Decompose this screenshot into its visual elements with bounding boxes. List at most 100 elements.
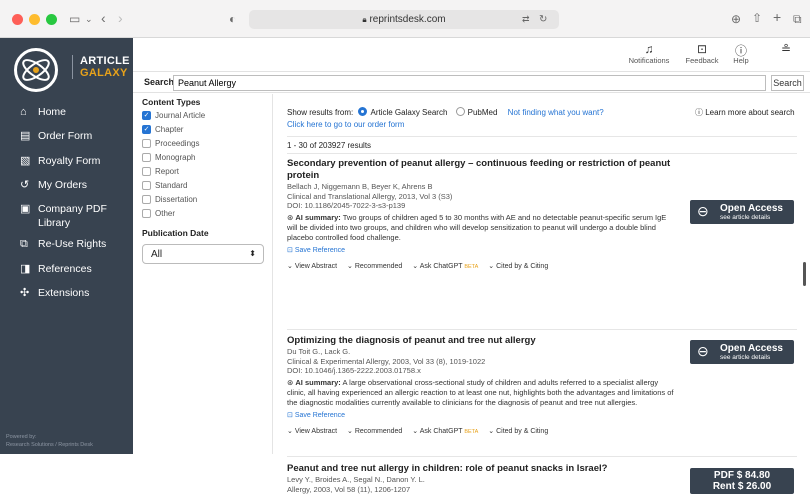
form-icon: ▤ [20,129,30,143]
cited-by-button[interactable]: ⌄ Cited by & Citing [488,263,548,270]
url-text: reprintsdesk.com [369,14,445,25]
sidebar-item-extensions[interactable]: ✣ Extensions [0,286,133,308]
source-pubmed-label[interactable]: PubMed [468,108,498,117]
open-access-button[interactable]: ⊖ Open Access see article details [690,200,794,224]
save-reference-label: Save Reference [295,247,345,254]
privacy-shield-icon[interactable]: ◐ [229,13,236,25]
search-input[interactable] [173,75,766,91]
feedback-icon: ⊡ [684,42,720,56]
checkbox-checked-icon: ✓ [142,111,151,120]
ask-chatgpt-label: Ask ChatGPT [420,428,463,435]
filter-label: Standard [155,181,187,190]
ask-chatgpt-button[interactable]: ⌄ Ask ChatGPT BETA [412,428,478,435]
help-button[interactable]: ⓘ Help [731,42,751,65]
share-icon[interactable]: ⇧ [752,12,762,24]
notifications-label: Notifications [629,56,670,65]
learn-more-search-link[interactable]: ⓘ Learn more about search [695,107,795,118]
save-icon: ⊡ [287,412,295,419]
royalty-icon: ▧ [20,154,30,168]
scrollbar[interactable] [803,262,806,286]
view-abstract-button[interactable]: ⌄ View Abstract [287,263,337,270]
checkbox-icon [142,181,151,190]
result-journal: Allergy, 2003, Vol 58 (11), 1206-1207 [287,485,675,494]
app: ARTICLE GALAXY ⌂ Home ▤ Order Form ▧ Roy… [0,38,810,454]
tab-overview-icon[interactable]: ⧉ [793,13,802,25]
address-bar[interactable]: 🔒︎ reprintsdesk.com ⇄ ↻ [249,10,559,29]
result-count: 1 - 30 of 203927 results [287,141,371,150]
zoom-window-button[interactable] [46,14,57,25]
sidebar-item-re-use-rights[interactable]: ⧉ Re-Use Rights [0,237,133,259]
purchase-button[interactable]: PDF $ 84.80 Rent $ 26.00 [690,468,794,494]
divider [287,136,797,137]
recommended-button[interactable]: ⌄ Recommended [347,428,402,435]
article-galaxy-logo[interactable] [14,48,58,92]
checkbox-icon [142,209,151,218]
ask-chatgpt-button[interactable]: ⌄ Ask ChatGPT BETA [412,263,478,270]
powered-by: Powered by: Research Solutions / Reprint… [6,433,93,449]
beta-badge: BETA [464,264,478,270]
download-icon[interactable]: ⊕ [731,13,741,25]
ai-summary-text: A large observational cross-sectional st… [287,378,674,407]
notifications-button[interactable]: ♫ Notifications [628,42,670,65]
ai-summary: ⊛ AI summary: Two groups of children age… [287,213,675,243]
sidebar-item-royalty-form[interactable]: ▧ Royalty Form [0,154,133,176]
minimize-window-button[interactable] [29,14,40,25]
library-icon: ▣ [20,202,30,216]
recommended-label: Recommended [355,263,402,270]
filter-label: Dissertation [155,195,197,204]
powered-by-label: Powered by: [6,433,93,441]
user-button[interactable]: ≗ [778,42,794,56]
sidebar-item-home[interactable]: ⌂ Home [0,105,133,127]
not-finding-link[interactable]: Not finding what you want? [508,108,604,117]
result-title[interactable]: Peanut and tree nut allergy in children:… [287,463,675,475]
sidebar-item-label: Re-Use Rights [38,237,106,251]
publication-date-select[interactable]: All ⬍ [142,244,264,264]
save-reference-button[interactable]: ⊡ Save Reference [287,411,675,419]
result-title[interactable]: Optimizing the diagnosis of peanut and t… [287,335,675,347]
forward-icon[interactable]: › [118,12,123,24]
source-article-galaxy-label[interactable]: Article Galaxy Search [370,108,447,117]
recommended-button[interactable]: ⌄ Recommended [347,263,402,270]
show-results-from-label: Show results from: [287,108,353,117]
chevron-down-icon[interactable]: ⌄ [85,13,93,25]
source-pubmed-radio[interactable] [456,107,465,116]
result-title[interactable]: Secondary prevention of peanut allergy –… [287,158,675,182]
close-window-button[interactable] [12,14,23,25]
search-button[interactable]: Search [771,75,804,91]
sidebar-item-my-orders[interactable]: ↺ My Orders [0,178,133,200]
result-journal: Clinical & Experimental Allergy, 2003, V… [287,357,675,367]
see-details-label: see article details [720,214,770,221]
divider [287,456,797,457]
cited-by-label: Cited by & Citing [496,428,548,435]
result-doi[interactable]: DOI: 10.1186/2045-7022-3-s3-p139 [287,201,675,211]
back-icon[interactable]: ‹ [101,12,106,24]
filter-label: Chapter [155,125,183,134]
sidebar-item-company-pdf-library[interactable]: ▣ Company PDF Library [0,202,133,232]
ai-summary-text: Two groups of children aged 5 to 30 mont… [287,213,666,242]
filter-label: Other [155,209,175,218]
filter-label: Proceedings [155,139,199,148]
new-tab-icon[interactable]: + [773,11,781,23]
sidebar-item-label: References [38,262,92,276]
sidebar-item-order-form[interactable]: ▤ Order Form [0,129,133,151]
save-icon: ⊡ [287,247,295,254]
sidebar-item-label: Order Form [38,129,92,143]
sidebar-toggle-icon[interactable]: ▭ [69,13,80,25]
reload-icon[interactable]: ↻ [539,10,547,29]
pdf-price: PDF $ 84.80 [690,470,794,481]
feedback-button[interactable]: ⊡ Feedback [684,42,720,65]
save-reference-label: Save Reference [295,412,345,419]
help-icon: ⓘ [731,42,751,56]
translate-icon[interactable]: ⇄ [522,10,530,29]
order-form-link[interactable]: Click here to go to our order form [287,120,404,129]
cited-by-button[interactable]: ⌄ Cited by & Citing [488,428,548,435]
bell-icon: ♫ [628,42,670,56]
view-abstract-button[interactable]: ⌄ View Abstract [287,428,337,435]
top-toolbar: ♫ Notifications ⊡ Feedback ⓘ Help ≗ [133,38,810,71]
brand-line-1: ARTICLE [80,55,130,67]
open-access-button[interactable]: ⊖ Open Access see article details [690,340,794,364]
source-article-galaxy-radio[interactable] [358,107,367,116]
result-doi[interactable]: DOI: 10.1046/j.1365-2222.2003.01758.x [287,366,675,376]
save-reference-button[interactable]: ⊡ Save Reference [287,246,675,254]
sidebar-item-references[interactable]: ◨ References [0,262,133,284]
